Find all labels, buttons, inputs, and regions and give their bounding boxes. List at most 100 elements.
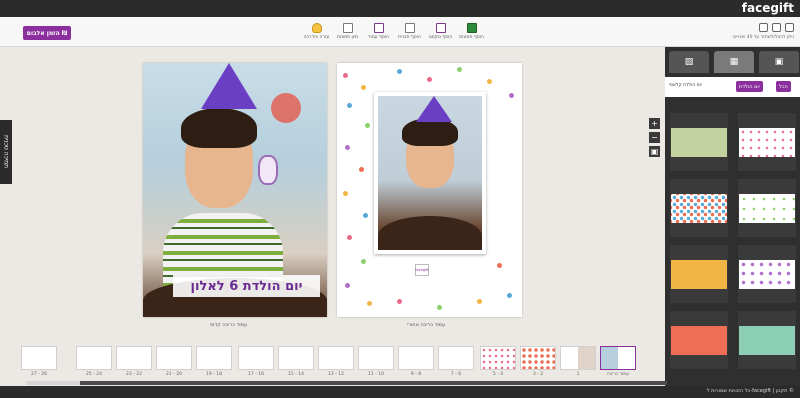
backgrounds-tab[interactable]: ▨: [669, 51, 709, 73]
fit-screen-icon[interactable]: ▣: [649, 146, 660, 157]
page-thumb[interactable]: [520, 346, 556, 370]
background-thumb[interactable]: [738, 311, 796, 369]
party-hat: [201, 63, 257, 109]
add-page-label: הוסף עמוד: [368, 35, 389, 40]
page-thumb-label: 9 - 8: [410, 372, 422, 377]
footer: כל הזכויות שמורות ל-facegift | תקנון ©: [0, 386, 800, 398]
add-photos-icon: [466, 23, 477, 33]
photos-icon: ▣: [774, 57, 784, 67]
backgrounds-icon: ▨: [684, 57, 694, 67]
page-thumb[interactable]: [278, 346, 314, 370]
page-thumb-label: 1: [576, 372, 580, 377]
background-thumb[interactable]: [670, 311, 728, 369]
boy-hair: [181, 108, 257, 148]
add-template-label: הוסף תבנית: [398, 35, 421, 40]
back-cover-photo[interactable]: [378, 96, 482, 250]
panel-breadcrumb: יום הולדת קלאסי יום הולדת הכל: [665, 77, 800, 97]
page-thumb-label: 13 - 12: [328, 372, 344, 377]
page-thumb-label: 23 - 22: [126, 372, 142, 377]
redo-icon[interactable]: [772, 23, 781, 32]
birthday-cake-inset: [378, 216, 482, 250]
undo-icon[interactable]: [759, 23, 768, 32]
pages-scrollbar-thumb[interactable]: [80, 381, 667, 385]
background-thumb[interactable]: [670, 179, 728, 237]
zoom-controls: + − ▣: [649, 118, 660, 157]
sort-icon: [342, 23, 353, 33]
page-thumb[interactable]: [358, 346, 394, 370]
right-panel: ▨ ▦ ▣ יום הולדת קלאסי יום הולדת הכל: [665, 47, 800, 386]
page-thumb-label: 5 - 4: [492, 372, 504, 377]
zoom-out-icon[interactable]: −: [649, 132, 660, 143]
page-thumb[interactable]: [196, 346, 232, 370]
pages-scrollbar[interactable]: [26, 381, 667, 385]
page-thumb-label: 7 - 6: [450, 372, 462, 377]
page-thumb-label: 17 - 16: [248, 372, 264, 377]
zoom-in-icon[interactable]: +: [649, 118, 660, 129]
help-tool[interactable]: עזרה והדרכה: [302, 23, 331, 40]
help-tool-label: עזרה והדרכה: [303, 35, 330, 40]
page-thumb-label: 25 - 24: [86, 372, 102, 377]
tool-group: עזרה והדרכה מיון תמונות הוסף עמוד הוסף ת…: [302, 23, 486, 40]
page-thumb[interactable]: [238, 346, 274, 370]
front-cover-caption: עמוד כריכה קדמי: [210, 322, 248, 328]
page-thumb[interactable]: [156, 346, 192, 370]
tech-support-tab[interactable]: תמיכה טכנית: [0, 120, 12, 184]
add-template-tool[interactable]: הוסף תבנית: [395, 23, 424, 40]
page-thumb-cover[interactable]: [600, 346, 636, 370]
panel-tabs: ▨ ▦ ▣: [665, 51, 800, 73]
page-thumb[interactable]: [438, 346, 474, 370]
background-thumb[interactable]: [670, 245, 728, 303]
add-text-tool[interactable]: הוסף טקסט: [426, 23, 455, 40]
page-thumb[interactable]: [116, 346, 152, 370]
top-bar: facegift: [0, 0, 800, 17]
background-thumb[interactable]: [670, 113, 728, 171]
page-thumb-label: 3 - 2: [532, 372, 544, 377]
page-thumb-label: 15 - 14: [288, 372, 304, 377]
sort-photos-tool[interactable]: מיון תמונות: [333, 23, 362, 40]
background-thumb[interactable]: [738, 113, 796, 171]
subcategory-label: יום הולדת קלאסי: [669, 83, 702, 88]
add-text-icon: [435, 23, 446, 33]
add-photos-label: הוסף תמונות: [459, 35, 484, 40]
front-cover-title[interactable]: יום הולדת 6 לאלון: [173, 275, 320, 297]
background-grid: [670, 113, 796, 369]
add-page-icon: [373, 23, 384, 33]
boy-hair-inset: [402, 118, 458, 146]
page-thumb-label: 27 - 26: [31, 372, 47, 377]
background-thumb[interactable]: [738, 245, 796, 303]
page-thumb[interactable]: [560, 346, 596, 370]
number-candle: [258, 155, 278, 185]
pages-strip: 27 - 26 25 - 24 23 - 22 21 - 20 19 - 18 …: [0, 338, 667, 386]
page-thumb[interactable]: [398, 346, 434, 370]
app-logo[interactable]: facegift: [742, 1, 794, 15]
page-thumb[interactable]: [21, 346, 57, 370]
footer-text[interactable]: כל הזכויות שמורות ל-facegift | תקנון ©: [707, 388, 794, 394]
undo-hint: ניתן לבטל/לשחזר עד 40 שינויים: [733, 35, 794, 40]
balloon-shape: [271, 93, 301, 123]
add-page-tool[interactable]: הוסף עמוד: [364, 23, 393, 40]
page-thumb-label: 11 - 10: [368, 372, 384, 377]
back-cover-photo-frame[interactable]: [374, 92, 486, 254]
back-cover-caption: עמוד כריכה אחורי: [407, 322, 446, 328]
category-birthday-button[interactable]: יום הולדת: [736, 81, 763, 92]
lightbulb-icon: [311, 23, 322, 33]
page-thumb[interactable]: [76, 346, 112, 370]
page-thumb-label: 21 - 20: [166, 372, 182, 377]
page-thumb[interactable]: [318, 346, 354, 370]
add-photos-tool[interactable]: הוסף תמונות: [457, 23, 486, 40]
page-thumb-label: עמוד כריכה: [606, 372, 630, 377]
page-thumb[interactable]: [480, 346, 516, 370]
save-icon[interactable]: [785, 23, 794, 32]
photos-tab[interactable]: ▣: [759, 51, 799, 73]
order-album-button[interactable]: הזמן אלבום ₪: [23, 26, 71, 40]
sort-photos-label: מיון תמונות: [336, 35, 359, 40]
page-thumb-label: 19 - 18: [206, 372, 222, 377]
back-cover-logo: facegift: [415, 264, 429, 276]
add-template-icon: [404, 23, 415, 33]
tech-support-label: תמיכה טכנית: [2, 135, 10, 169]
layouts-tab[interactable]: ▦: [714, 51, 754, 73]
category-all-button[interactable]: הכל: [776, 81, 791, 92]
background-thumb[interactable]: [738, 179, 796, 237]
layouts-icon: ▦: [729, 57, 739, 67]
history-controls: [759, 23, 794, 32]
